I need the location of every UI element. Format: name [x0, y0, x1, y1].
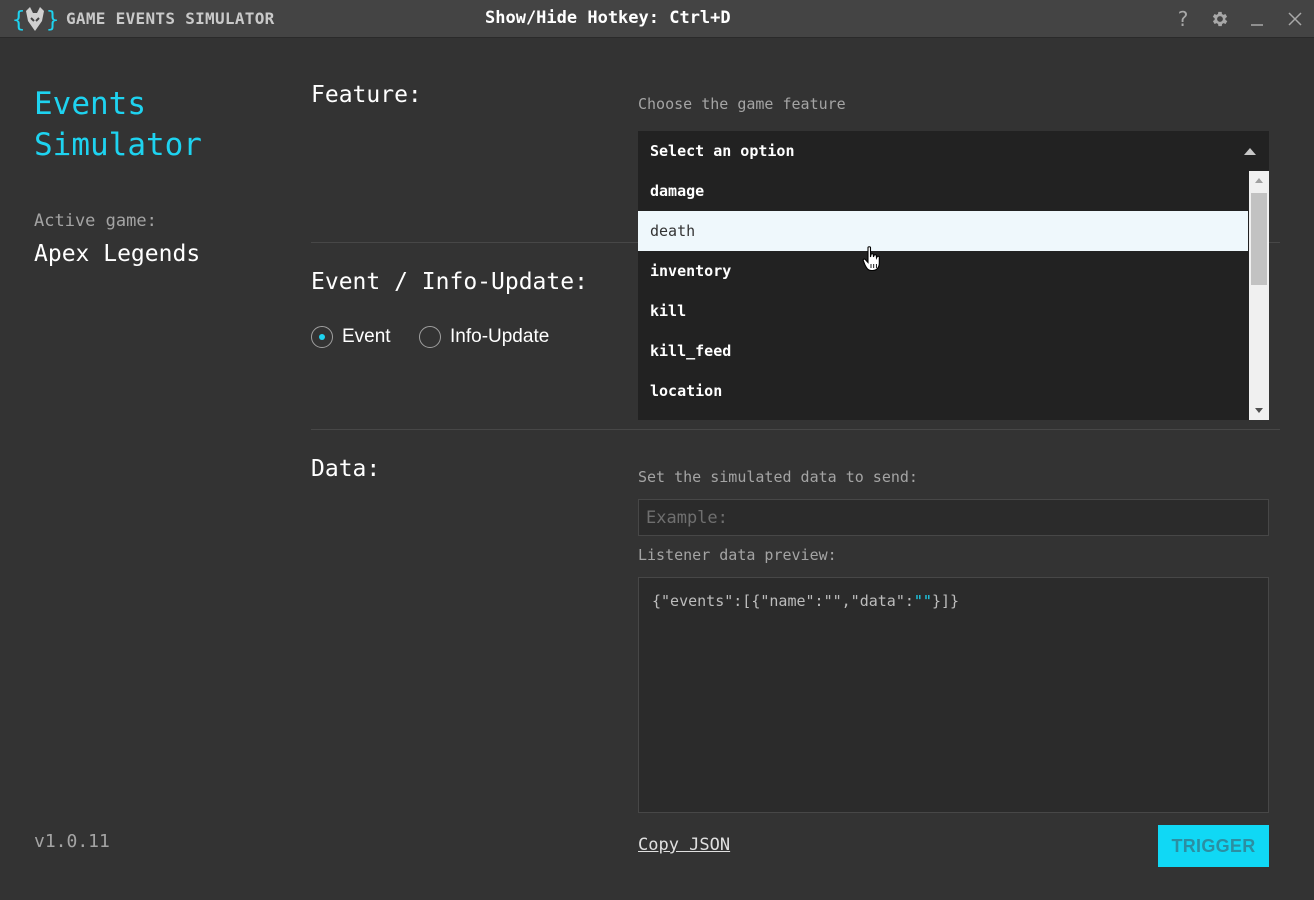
svg-text:}: }	[46, 8, 58, 33]
brand-title: Events Simulator	[34, 84, 274, 166]
dropdown-scrollbar[interactable]	[1249, 171, 1269, 420]
listener-data-preview: {"events":[{"name":"","data":""}]}	[638, 577, 1269, 813]
divider	[311, 429, 1280, 430]
active-game-name: Apex Legends	[34, 241, 201, 267]
radio-event-circle[interactable]	[311, 326, 333, 348]
radio-info-update-circle[interactable]	[419, 326, 441, 348]
radio-event-label: Event	[342, 326, 391, 347]
brand-line-2: Simulator	[34, 127, 202, 163]
feature-select-value: Select an option	[650, 142, 795, 160]
radio-info-update[interactable]: Info-Update	[419, 326, 549, 348]
svg-text:{: {	[12, 8, 25, 33]
logo-icon: { }	[12, 7, 58, 33]
active-game-label: Active game:	[34, 211, 157, 231]
data-hint: Set the simulated data to send:	[638, 468, 918, 486]
option-location[interactable]: location	[638, 371, 1248, 411]
scrollbar-thumb[interactable]	[1251, 193, 1267, 285]
data-title: Data:	[311, 456, 381, 482]
help-icon[interactable]: ?	[1172, 7, 1194, 31]
preview-suffix: }]}	[931, 592, 960, 610]
preview-label: Listener data preview:	[638, 546, 837, 564]
option-damage[interactable]: damage	[638, 171, 1248, 211]
scroll-down-icon[interactable]	[1255, 408, 1263, 413]
option-kill-feed[interactable]: kill_feed	[638, 331, 1248, 371]
feature-dropdown[interactable]: Select an option damage death inventory …	[638, 131, 1269, 420]
radio-info-update-label: Info-Update	[450, 326, 550, 347]
title-bar: { } GAME EVENTS SIMULATOR Show/Hide Hotk…	[0, 0, 1314, 38]
preview-prefix: {"events":[{"name":"","data":	[652, 592, 914, 610]
radio-event[interactable]: Event	[311, 326, 391, 348]
data-input[interactable]	[638, 499, 1269, 536]
brand-line-1: Events	[34, 86, 146, 122]
trigger-button[interactable]: TRIGGER	[1158, 825, 1269, 867]
scroll-up-icon[interactable]	[1255, 178, 1263, 183]
minimize-icon[interactable]	[1246, 8, 1268, 30]
option-inventory[interactable]: inventory	[638, 251, 1248, 291]
preview-string: ""	[913, 592, 932, 610]
hand-cursor-icon	[862, 246, 880, 272]
option-death[interactable]: death	[638, 211, 1248, 251]
feature-select[interactable]: Select an option	[638, 131, 1269, 171]
app-title: GAME EVENTS SIMULATOR	[66, 9, 275, 28]
gear-icon[interactable]	[1209, 8, 1231, 30]
feature-options-list: damage death inventory kill kill_feed lo…	[638, 171, 1248, 420]
copy-json-link[interactable]: Copy JSON	[638, 835, 730, 855]
hotkey-label: Show/Hide Hotkey: Ctrl+D	[485, 8, 731, 28]
close-icon[interactable]	[1284, 8, 1306, 30]
caret-up-icon	[1244, 148, 1256, 155]
event-type-title: Event / Info-Update:	[311, 269, 588, 295]
option-kill[interactable]: kill	[638, 291, 1248, 331]
version-label: v1.0.11	[34, 831, 110, 852]
feature-hint: Choose the game feature	[638, 95, 846, 113]
feature-title: Feature:	[311, 82, 422, 108]
